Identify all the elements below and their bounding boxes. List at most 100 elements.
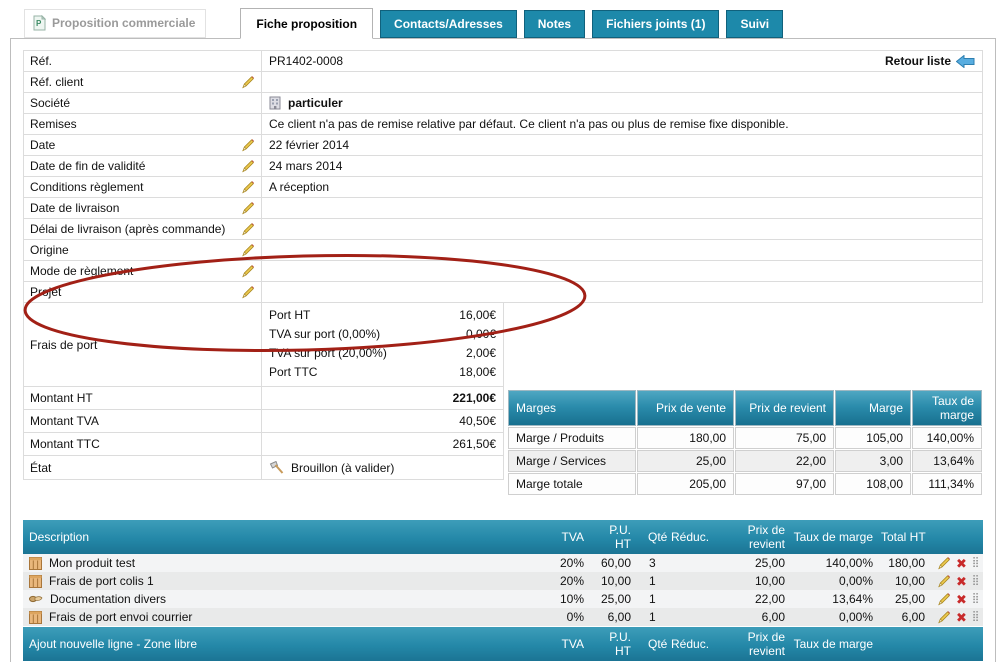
edit-pencil-icon[interactable] (241, 75, 255, 89)
line-cost: 6,00 (761, 610, 785, 624)
draft-hatchet-icon (269, 460, 284, 474)
margins-header-row: Marges Prix de vente Prix de revient Mar… (508, 390, 982, 426)
line-row-4: Frais de port envoi courrier 0% 6,00 1 6… (23, 608, 983, 626)
margins-table: Marges Prix de vente Prix de revient Mar… (507, 389, 983, 496)
margins-cell: 180,00 (637, 427, 734, 449)
margins-cell: 3,00 (835, 450, 911, 472)
total-ttc-value: 261,50€ (452, 437, 496, 451)
delete-line-icon[interactable]: ✖ (956, 611, 967, 624)
col-total-ht: Total HT (881, 530, 926, 544)
total-label: Montant HT (30, 391, 93, 405)
col-qte: Qté (648, 530, 668, 544)
line-cost: 10,00 (754, 574, 785, 588)
proposal-fields-table: Réf. PR1402-0008 Retour liste Réf. clien… (23, 50, 983, 496)
edit-pencil-icon[interactable] (241, 285, 255, 299)
shipping-line-value: 0,00€ (465, 327, 496, 341)
field-label: Délai de livraison (après commande) (30, 222, 226, 236)
drag-handle-icon[interactable]: ⣿ (972, 576, 979, 586)
tab-contacts-adresses[interactable]: Contacts/Adresses (380, 10, 517, 38)
edit-pencil-icon[interactable] (937, 556, 951, 570)
edit-pencil-icon[interactable] (241, 243, 255, 257)
edit-pencil-icon[interactable] (241, 159, 255, 173)
field-label: Origine (30, 243, 69, 257)
service-hand-icon (29, 594, 43, 604)
drag-handle-icon[interactable]: ⣿ (972, 558, 979, 568)
margins-cell: Marge totale (508, 473, 636, 495)
line-reduc (669, 580, 711, 582)
field-value: 24 mars 2014 (269, 159, 343, 173)
status-label: État (30, 460, 52, 475)
edit-pencil-icon[interactable] (241, 264, 255, 278)
line-description-link[interactable]: Frais de port colis 1 (49, 574, 154, 588)
line-margin-rate: 140,00% (825, 556, 873, 570)
margins-cell: Marge / Produits (508, 427, 636, 449)
status-value: Brouillon (à valider) (291, 460, 395, 475)
edit-pencil-icon[interactable] (241, 201, 255, 215)
line-margin-rate: 0,00% (838, 610, 873, 624)
product-crate-icon (29, 556, 42, 570)
edit-pencil-icon[interactable] (937, 574, 951, 588)
delete-line-icon[interactable]: ✖ (956, 557, 967, 570)
add-line-header: Ajout nouvelle ligne - Zone libre TVA P.… (23, 627, 983, 661)
col-tva: TVA (561, 530, 584, 544)
field-label: Conditions règlement (30, 180, 144, 194)
line-description-link[interactable]: Mon produit test (49, 556, 135, 570)
line-tva: 20% (559, 574, 584, 588)
total-tva-value: 40,50€ (459, 414, 496, 428)
field-row-date-fin-validite: Date de fin de validité 24 mars 2014 (23, 156, 983, 177)
margins-cell: 97,00 (735, 473, 834, 495)
margins-cell: 105,00 (835, 427, 911, 449)
edit-pencil-icon[interactable] (241, 138, 255, 152)
field-label: Date de livraison (30, 201, 120, 215)
margins-cell: 22,00 (735, 450, 834, 472)
svg-text:P: P (36, 19, 42, 28)
col-actions (931, 536, 983, 538)
line-qty: 1 (649, 574, 656, 588)
tab-fichiers-joints[interactable]: Fichiers joints (1) (592, 10, 720, 38)
edit-pencil-icon[interactable] (937, 592, 951, 606)
edit-pencil-icon[interactable] (937, 610, 951, 624)
delete-line-icon[interactable]: ✖ (956, 593, 967, 606)
col-taux-marge: Taux de marge (793, 530, 873, 544)
proposal-lines-table: Description TVA P.U. HT Qté Réduc. Prix … (23, 520, 983, 662)
shipping-line-label: Port TTC (269, 365, 318, 379)
field-row-conditions-reglement: Conditions règlement A réception (23, 177, 983, 198)
line-pu-ht: 25,00 (600, 592, 631, 606)
line-total: 180,00 (888, 556, 925, 570)
col-pu-ht: P.U. HT (609, 523, 631, 551)
line-description-link[interactable]: Documentation divers (50, 592, 166, 606)
edit-pencil-icon[interactable] (241, 180, 255, 194)
edit-pencil-icon[interactable] (241, 222, 255, 236)
tab-fiche-proposition[interactable]: Fiche proposition (240, 8, 374, 39)
margins-header: Prix de vente (637, 390, 734, 426)
add-line-title: Ajout nouvelle ligne - Zone libre (29, 637, 198, 651)
line-total: 10,00 (894, 574, 925, 588)
field-row-date-livraison: Date de livraison (23, 198, 983, 219)
line-total: 6,00 (901, 610, 925, 624)
field-label: Réf. client (30, 75, 84, 89)
line-row-1: Mon produit test 20% 60,00 3 25,00 140,0… (23, 554, 983, 572)
col-reduc: Réduc. (671, 530, 710, 544)
drag-handle-icon[interactable]: ⣿ (972, 612, 979, 622)
tab-notes[interactable]: Notes (523, 10, 586, 38)
drag-handle-icon[interactable]: ⣿ (972, 594, 979, 604)
line-margin-rate: 0,00% (838, 574, 873, 588)
line-tva: 10% (559, 592, 584, 606)
margins-cell: 25,00 (637, 450, 734, 472)
back-to-list-link[interactable]: Retour liste (885, 53, 975, 69)
line-description-link[interactable]: Frais de port envoi courrier (49, 610, 192, 624)
line-qty: 1 (649, 610, 656, 624)
col-prix-revient: Prix de revient (747, 630, 785, 658)
delete-line-icon[interactable]: ✖ (956, 575, 967, 588)
lines-header-row: Description TVA P.U. HT Qté Réduc. Prix … (23, 520, 983, 554)
field-label: Date de fin de validité (30, 159, 146, 173)
margins-cell: 205,00 (637, 473, 734, 495)
total-ttc-row: Montant TTC 261,50€ (23, 433, 504, 456)
margins-cell: 13,64% (912, 450, 982, 472)
company-name-link[interactable]: particuler (288, 96, 343, 110)
tab-suivi[interactable]: Suivi (726, 10, 784, 38)
margins-cell: Marge / Services (508, 450, 636, 472)
line-tva: 0% (566, 610, 584, 624)
margins-cell: 140,00% (912, 427, 982, 449)
shipping-line-label: TVA sur port (20,00%) (269, 346, 387, 360)
